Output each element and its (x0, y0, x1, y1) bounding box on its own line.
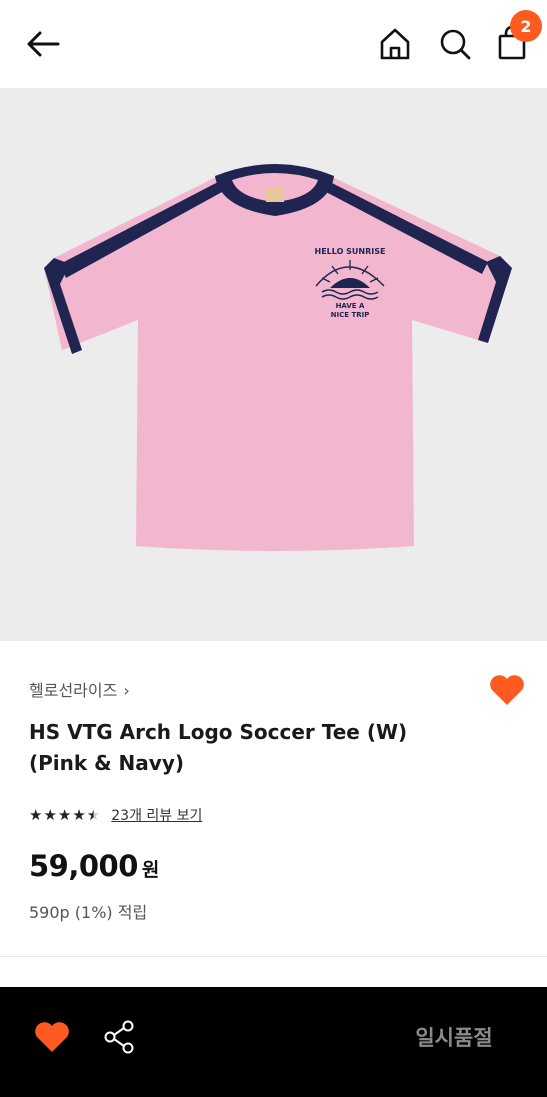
price: 59,000 원 (29, 849, 159, 883)
print-arch-text: HELLO SUNRISE (315, 247, 386, 256)
chevron-right-icon: › (123, 681, 130, 700)
share-icon (104, 1020, 134, 1054)
share-button[interactable] (100, 1017, 140, 1057)
home-icon (380, 28, 410, 60)
t-shirt-image: HELLO SUNRISE HAVE A NICE TRIP (44, 164, 512, 551)
product-title-line-2: (Pink & Navy) (29, 751, 185, 775)
search-button[interactable] (434, 22, 476, 66)
star-icon: ★ (72, 805, 86, 824)
print-line-2: NICE TRIP (331, 311, 370, 319)
product-title-line-1: HS VTG Arch Logo Soccer Tee (W) (29, 720, 408, 744)
rating-row: ★ ★ ★ ★ ★ 23개 리뷰 보기 (29, 805, 202, 825)
cart-count-badge: 2 (510, 10, 542, 42)
heart-icon (35, 1022, 69, 1052)
price-unit: 원 (141, 859, 160, 881)
home-button[interactable] (374, 22, 416, 66)
star-icon: ★ (29, 805, 43, 824)
brand-link[interactable]: 헬로선라이즈 › (29, 677, 130, 701)
wishlist-button[interactable] (486, 669, 528, 709)
sold-out-button[interactable]: 일시품절 (380, 1017, 528, 1057)
review-link[interactable]: 23개 리뷰 보기 (111, 805, 202, 825)
arrow-left-icon (27, 31, 60, 57)
brand-name: 헬로선라이즈 (29, 681, 118, 700)
bottom-wishlist-button[interactable] (32, 1017, 72, 1057)
print-line-1: HAVE A (336, 302, 365, 310)
half-star-icon: ★ (86, 805, 101, 824)
bottom-action-bar: 일시품절 (0, 987, 547, 1097)
price-value: 59,000 (29, 849, 138, 883)
heart-icon (490, 675, 524, 705)
product-image[interactable]: HELLO SUNRISE HAVE A NICE TRIP (0, 88, 547, 641)
points-info: 590p (1%) 적립 (29, 903, 148, 922)
back-button[interactable] (22, 24, 66, 64)
star-icon: ★ (57, 805, 72, 824)
product-info: 헬로선라이즈 › HS VTG Arch Logo Soccer Tee (W) … (0, 641, 547, 956)
divider (0, 956, 547, 957)
top-bar: 2 (0, 0, 547, 88)
star-icon: ★ (43, 805, 57, 824)
product-title: HS VTG Arch Logo Soccer Tee (W) (Pink & … (29, 717, 449, 779)
search-icon (440, 29, 471, 60)
